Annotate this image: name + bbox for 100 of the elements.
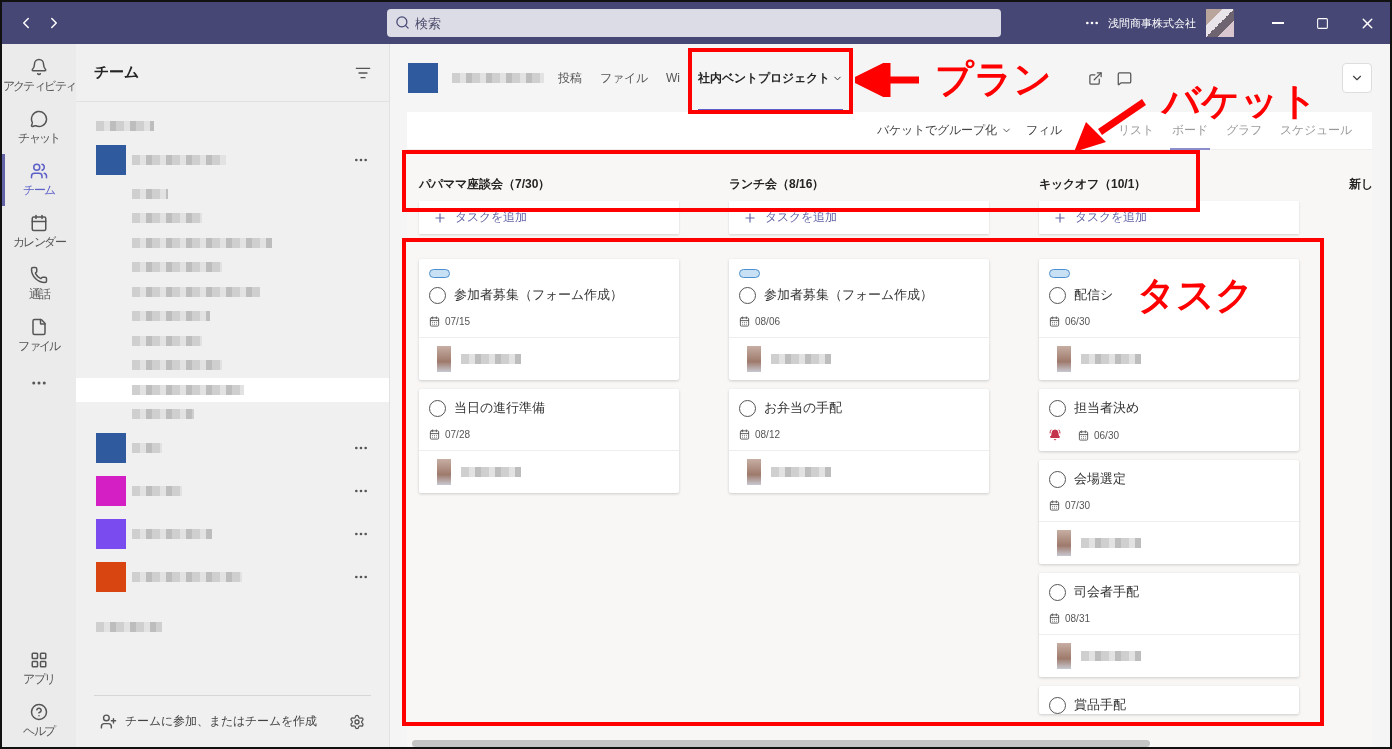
redacted-text xyxy=(1081,354,1141,364)
due-date: 08/12 xyxy=(755,429,781,440)
callout-label: プラン xyxy=(935,60,1052,98)
due-date: 08/06 xyxy=(755,316,781,327)
avatar xyxy=(1057,643,1071,669)
task-card[interactable]: 会場選定 07/30 xyxy=(1039,460,1299,564)
bucket-title: ランチ会（8/16） xyxy=(729,176,826,192)
rail-item[interactable]: アクティビティ xyxy=(2,50,76,102)
add-task-button[interactable]: タスクを追加 xyxy=(1039,201,1299,234)
maximize-icon xyxy=(1316,16,1329,30)
redacted-text xyxy=(132,335,202,346)
join-team-link[interactable]: チームに参加、またはチームを作成 xyxy=(125,713,341,730)
complete-checkbox[interactable] xyxy=(1049,286,1066,304)
rail-item[interactable]: ヘルプ xyxy=(2,695,76,747)
redacted-text xyxy=(771,354,831,364)
task-card[interactable]: 参加者募集（フォーム作成） 08/06 xyxy=(729,259,989,380)
calendar-icon xyxy=(1049,613,1060,624)
tab[interactable]: 投稿 xyxy=(558,44,582,112)
redacted-text xyxy=(132,443,162,453)
task-card[interactable]: 司会者手配 08/31 xyxy=(1039,573,1299,677)
complete-checkbox[interactable] xyxy=(739,399,756,417)
task-title: 参加者募集（フォーム作成） xyxy=(764,286,933,304)
avatar xyxy=(437,346,451,372)
rail-item[interactable]: アプリ xyxy=(2,643,76,695)
chat-icon[interactable] xyxy=(1117,70,1132,86)
complete-checkbox[interactable] xyxy=(429,399,446,417)
complete-checkbox[interactable] xyxy=(1049,399,1066,417)
task-title: 配信シ xyxy=(1074,286,1113,304)
task-title: 賞品手配 xyxy=(1074,696,1126,714)
calendar-icon xyxy=(1049,316,1060,327)
calendar-icon xyxy=(429,429,440,440)
avatar[interactable] xyxy=(1206,9,1234,37)
task-card[interactable]: 参加者募集（フォーム作成） 07/15 xyxy=(419,259,679,380)
calendar-icon xyxy=(739,429,750,440)
phone-icon xyxy=(30,265,48,284)
redacted-text xyxy=(771,467,831,477)
complete-checkbox[interactable] xyxy=(739,286,756,304)
avatar xyxy=(1057,346,1071,372)
filter-button[interactable]: フィル xyxy=(1026,122,1062,139)
due-date: 06/30 xyxy=(1065,316,1091,327)
task-title: 会場選定 xyxy=(1074,470,1126,488)
task-card[interactable]: 当日の進行準備 07/28 xyxy=(419,389,679,493)
plus-icon xyxy=(433,210,447,225)
people-icon xyxy=(30,161,48,180)
calendar-icon xyxy=(429,316,440,327)
scrollbar[interactable] xyxy=(412,740,1150,747)
redacted-text xyxy=(132,188,168,199)
rail-item[interactable]: 通話 xyxy=(2,258,76,310)
due-date: 06/30 xyxy=(1094,429,1120,441)
team-avatar xyxy=(408,63,438,93)
tab[interactable]: ファイル xyxy=(600,44,648,112)
tab[interactable]: 社内ベントプロジェクト xyxy=(698,44,843,112)
due-date: 07/15 xyxy=(445,316,471,327)
search-field[interactable]: 検索 xyxy=(387,9,1001,37)
task-card[interactable]: 担当者決め 06/30 xyxy=(1039,389,1299,451)
rail-item[interactable]: チャット xyxy=(2,102,76,154)
maximize-button[interactable] xyxy=(1316,16,1329,30)
redacted-text xyxy=(132,409,194,420)
help-icon xyxy=(30,702,48,721)
apps-icon xyxy=(30,650,48,669)
due-date: 07/30 xyxy=(1065,500,1091,511)
org-name: 浅間商事株式会社 xyxy=(1108,15,1196,31)
rail-item[interactable]: ファイル xyxy=(2,310,76,362)
rail-item[interactable]: チーム xyxy=(2,154,76,206)
task-card[interactable]: お弁当の手配 08/12 xyxy=(729,389,989,493)
bucket-title: パパママ座談会（7/30） xyxy=(419,176,552,192)
redacted-text xyxy=(132,213,202,224)
bucket-title: 新し xyxy=(1349,176,1372,192)
due-date: 07/28 xyxy=(445,429,471,440)
redacted-text xyxy=(96,621,162,632)
complete-checkbox[interactable] xyxy=(1049,583,1066,601)
bucket-title: キックオフ（10/1） xyxy=(1039,176,1148,192)
complete-checkbox[interactable] xyxy=(1049,470,1066,488)
plus-icon xyxy=(1053,210,1067,225)
popout-icon[interactable] xyxy=(1088,70,1103,86)
avatar xyxy=(1057,530,1071,556)
redacted-text xyxy=(461,467,521,477)
avatar xyxy=(437,459,451,485)
redacted-text xyxy=(96,121,154,132)
complete-checkbox[interactable] xyxy=(1049,696,1066,714)
redacted-text xyxy=(1081,651,1141,661)
calendar-icon xyxy=(1078,429,1089,441)
redacted-text xyxy=(1081,538,1141,548)
calendar-icon xyxy=(1049,500,1060,511)
task-title: お弁当の手配 xyxy=(764,399,842,417)
bell-icon xyxy=(30,57,48,76)
group-by-dropdown[interactable]: バケットでグループ化 xyxy=(877,122,1012,139)
callout-label: タスク xyxy=(1137,276,1254,314)
task-card[interactable]: 賞品手配 xyxy=(1039,686,1299,714)
rail-item[interactable]: カレンダー xyxy=(2,206,76,258)
avatar xyxy=(747,346,761,372)
complete-checkbox[interactable] xyxy=(429,286,446,304)
redacted-text xyxy=(461,354,521,364)
redacted-text xyxy=(132,486,182,496)
plus-icon xyxy=(743,210,757,225)
callout-label: バケット xyxy=(1162,82,1318,120)
tab[interactable]: Wi xyxy=(666,44,680,112)
task-title: 参加者募集（フォーム作成） xyxy=(454,286,623,304)
task-title: 当日の進行準備 xyxy=(454,399,545,417)
settings-icon[interactable] xyxy=(349,713,365,730)
